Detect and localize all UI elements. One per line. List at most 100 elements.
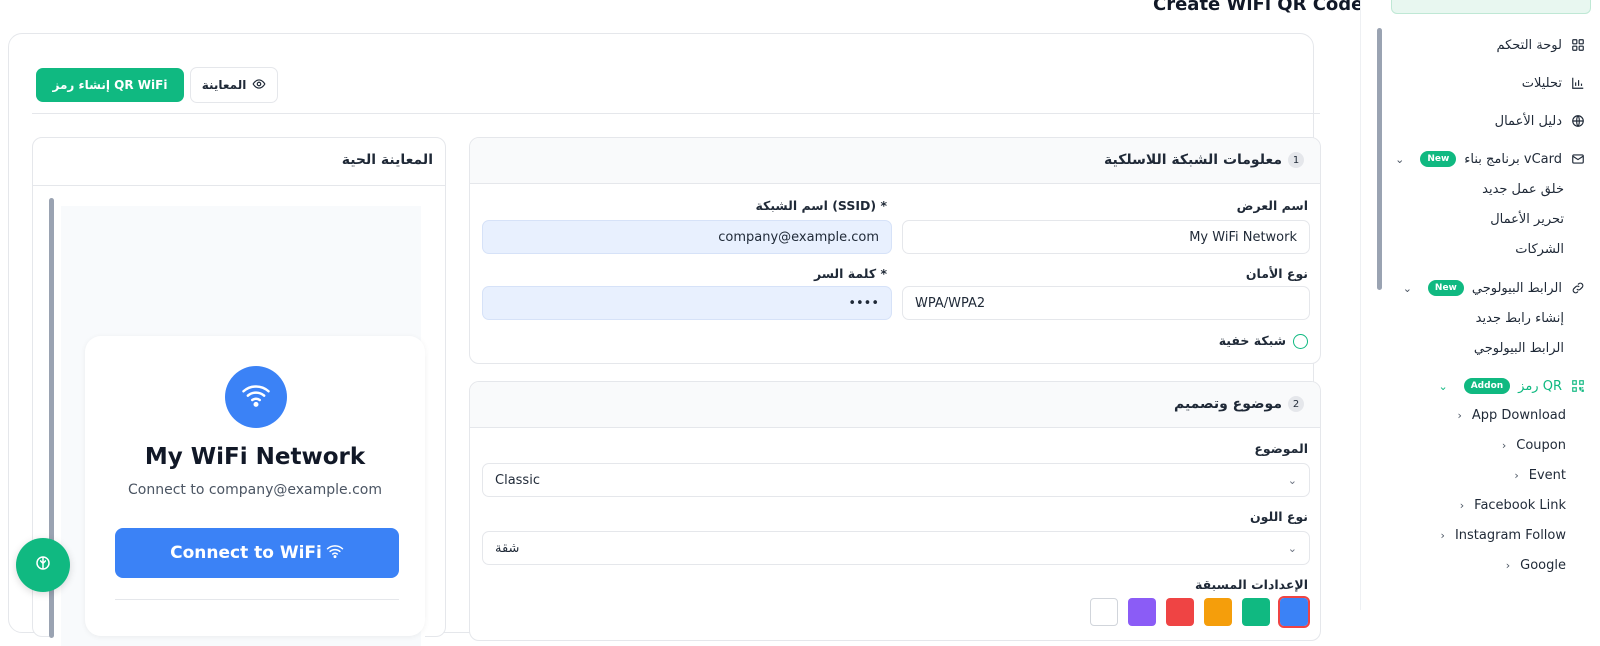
ssid-value: company@example.com [718, 229, 879, 245]
theme-design-header: موضوع وتصميم 2 [470, 382, 1320, 428]
sidebar-sub-label: Facebook Link [1474, 498, 1566, 513]
new-badge: New [1420, 151, 1457, 167]
chevron-down-icon: ⌄ [1287, 542, 1297, 555]
chevron-down-icon: ⌄ [1287, 474, 1297, 487]
sidebar-sub-qr-google[interactable]: › Google [1506, 558, 1566, 573]
wifi-preview-card: My WiFi Network Connect to company@examp… [85, 336, 425, 636]
color-type-value: شقة [495, 541, 520, 556]
addon-badge: Addon [1463, 378, 1511, 394]
security-type-value: WPA/WPA2 [915, 296, 986, 311]
eye-icon [252, 77, 266, 94]
preview-network-name: My WiFi Network [144, 444, 366, 470]
network-info-header: معلومات الشبكة اللاسلكية 1 [470, 138, 1320, 184]
sidebar-sub-vcard-edit[interactable]: تحرير الأعمال [1490, 212, 1564, 227]
sidebar-item-label: برنامج بناء vCard [1464, 151, 1562, 167]
wifi-icon [241, 380, 271, 414]
sidebar-item-label: الرابط البيولوجي [1471, 280, 1562, 296]
page-title: Create WiFi QR Code [1153, 0, 1364, 15]
password-input[interactable]: •••• [482, 286, 892, 320]
connect-wifi-button[interactable]: Connect to WiFi [115, 528, 399, 578]
live-preview-panel: المعاينة الحية My WiFi Network Connect t… [32, 137, 446, 646]
color-type-label: نوع اللون [1249, 509, 1308, 524]
preset-color-swatch[interactable] [1278, 596, 1310, 628]
chevron-right-icon: › [1459, 499, 1465, 512]
ssid-input[interactable]: company@example.com [482, 220, 892, 254]
sidebar-scrollbar[interactable] [1377, 28, 1382, 290]
preview-label: المعاينة [201, 78, 247, 92]
preview-connect-text: Connect to company@example.com [128, 482, 382, 498]
sidebar-item-directory[interactable]: دليل الأعمال [1495, 113, 1586, 129]
sidebar-item-dashboard[interactable]: لوحة التحكم [1496, 37, 1586, 53]
security-type-select[interactable]: ⌄ WPA/WPA2 [902, 286, 1310, 320]
theme-select[interactable]: Classic ⌄ [482, 463, 1310, 497]
theme-design-panel: موضوع وتصميم 2 الموضوع Classic ⌄ نوع الل… [469, 381, 1321, 641]
hidden-network-checkbox[interactable] [1293, 334, 1308, 349]
network-info-title-text: معلومات الشبكة اللاسلكية [1104, 152, 1282, 168]
sidebar-sub-qr-event[interactable]: › Event [1514, 468, 1566, 483]
preview-body: My WiFi Network Connect to company@examp… [49, 198, 425, 646]
sidebar-sub-qr-coupon[interactable]: › Coupon [1502, 438, 1566, 453]
help-fab-button[interactable] [16, 538, 70, 592]
sidebar-item-analytics[interactable]: تحليلات [1522, 75, 1586, 91]
theme-design-title-text: موضوع وتصميم [1173, 396, 1282, 412]
toolbar-divider [32, 113, 1320, 114]
theme-label: الموضوع [1254, 441, 1308, 456]
sidebar-sub-vcard-companies[interactable]: الشركات [1515, 242, 1564, 257]
preview-header: المعاينة الحية [33, 138, 445, 186]
sidebar-top-item[interactable] [1391, 0, 1591, 14]
sidebar: لوحة التحكم تحليلات دليل الأعمال برنامج … [1360, 0, 1600, 610]
sidebar-sub-qr-facebook[interactable]: › Facebook Link [1460, 498, 1566, 513]
create-qr-button[interactable]: إنشاء رمز QR WiFi [36, 68, 184, 102]
create-qr-label: إنشاء رمز QR WiFi [52, 78, 168, 92]
hidden-network-label: شبكة خفية [1218, 333, 1286, 348]
sidebar-item-label: تحليلات [1521, 75, 1562, 91]
sidebar-sub-qr-instagram[interactable]: › Instagram Follow [1441, 528, 1566, 543]
sidebar-sub-label: App Download [1471, 408, 1566, 423]
network-info-title: معلومات الشبكة اللاسلكية 1 [1104, 152, 1304, 168]
card-divider [115, 599, 399, 600]
step-number: 2 [1288, 396, 1304, 412]
chevron-down-icon[interactable]: ⌄ [1439, 380, 1448, 393]
globe-icon [1570, 113, 1586, 129]
preset-color-swatch[interactable] [1242, 598, 1270, 626]
sidebar-item-bio-link[interactable]: الرابط البيولوجي New ⌄ [1403, 280, 1586, 296]
sidebar-item-vcard[interactable]: برنامج بناء vCard New ⌄ [1395, 151, 1586, 167]
wifi-icon [326, 542, 344, 565]
sidebar-sub-bio-new[interactable]: إنشاء رابط جديد [1476, 311, 1564, 326]
chevron-right-icon: › [1440, 529, 1445, 542]
display-name-label: اسم العرض [1236, 198, 1308, 213]
presets-label: الإعدادات المسبقة [1194, 577, 1308, 592]
theme-design-title: موضوع وتصميم 2 [1174, 396, 1304, 412]
add-color-swatch[interactable] [1090, 598, 1118, 626]
link-icon [1570, 280, 1586, 296]
color-type-select[interactable]: شقة ⌄ [482, 531, 1310, 565]
sidebar-sub-vcard-new[interactable]: خلق عمل جديد [1482, 182, 1564, 197]
sidebar-item-qr[interactable]: رمز QR Addon ⌄ [1439, 378, 1587, 394]
chevron-down-icon[interactable]: ⌄ [1403, 282, 1412, 295]
chevron-down-icon[interactable]: ⌄ [1395, 153, 1404, 166]
preset-color-swatch[interactable] [1166, 598, 1194, 626]
sidebar-item-label: دليل الأعمال [1494, 113, 1562, 129]
bar-chart-icon [1570, 75, 1586, 91]
mail-icon [1570, 151, 1586, 167]
network-info-panel: معلومات الشبكة اللاسلكية 1 اسم العرض My … [469, 137, 1321, 364]
sidebar-sub-qr-app-download[interactable]: › App Download [1457, 408, 1566, 423]
display-name-value: My WiFi Network [1189, 229, 1297, 245]
preview-title: المعاينة الحية [341, 152, 433, 168]
preview-button[interactable]: المعاينة [190, 67, 278, 103]
preset-color-swatch[interactable] [1128, 598, 1156, 626]
connect-wifi-label: Connect to WiFi [170, 543, 322, 563]
chevron-right-icon: › [1457, 409, 1462, 422]
preset-color-swatch[interactable] [1204, 598, 1232, 626]
wifi-icon-circle [225, 366, 287, 428]
chevron-right-icon: › [1514, 469, 1519, 482]
sidebar-item-label: لوحة التحكم [1496, 37, 1562, 53]
sidebar-sub-bio-list[interactable]: الرابط البيولوجي [1474, 341, 1564, 356]
new-badge: New [1427, 280, 1464, 296]
step-number: 1 [1288, 152, 1304, 168]
sidebar-item-label: رمز QR [1518, 378, 1562, 394]
chevron-right-icon: › [1501, 439, 1507, 452]
display-name-input[interactable]: My WiFi Network [902, 220, 1310, 254]
theme-value: Classic [495, 473, 540, 488]
security-type-label: نوع الأمان [1245, 266, 1308, 281]
